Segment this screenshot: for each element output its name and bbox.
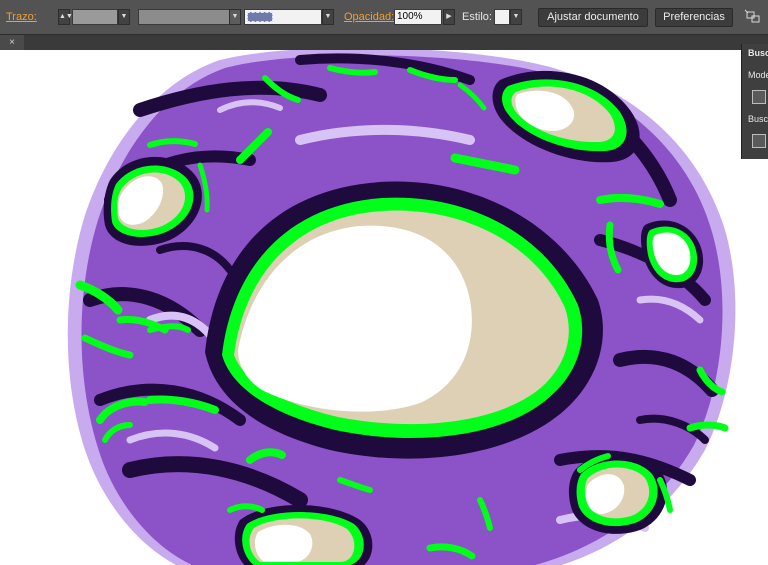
opacity-dropdown[interactable]: ▶: [443, 9, 455, 25]
preferences-button[interactable]: Preferencias: [655, 8, 733, 27]
panel-title[interactable]: Busc: [748, 48, 768, 58]
brush-swatch: [247, 12, 273, 22]
stroke-label[interactable]: Trazo:: [6, 11, 37, 23]
arrange-documents-icon[interactable]: [744, 9, 762, 25]
adjust-document-button[interactable]: Ajustar documento: [538, 8, 648, 27]
tab-close-button[interactable]: ×: [0, 35, 24, 51]
style-dropdown[interactable]: ▼: [510, 9, 522, 25]
search-options-icon[interactable]: [752, 134, 766, 148]
stroke-weight-dropdown[interactable]: ▼: [118, 9, 130, 25]
brush-definition[interactable]: [244, 9, 322, 25]
artwork: [67, 50, 736, 565]
artboard-canvas[interactable]: [0, 50, 768, 565]
find-panel: Busc Mode Busc: [741, 44, 768, 159]
mode-icon[interactable]: [752, 90, 766, 104]
brush-dropdown[interactable]: ▼: [322, 9, 334, 25]
variable-width-profile[interactable]: [138, 9, 230, 25]
style-swatch[interactable]: [494, 9, 510, 25]
stroke-weight-stepper[interactable]: ▲▼: [58, 9, 73, 25]
panel-section-label: Busc: [748, 114, 768, 124]
opacity-label[interactable]: Opacidad:: [344, 11, 394, 23]
panel-mode-label: Mode: [748, 70, 768, 80]
opacity-input[interactable]: 100%: [394, 9, 442, 25]
style-label: Estilo:: [462, 11, 492, 23]
variable-width-dropdown[interactable]: ▼: [229, 9, 241, 25]
document-tab-bar: ×: [0, 34, 768, 51]
stroke-weight-field[interactable]: [72, 9, 118, 25]
control-bar: Trazo: ▲▼ ▼ ▼ ▼ Opacidad: 100% ▶ Estilo:…: [0, 0, 768, 34]
